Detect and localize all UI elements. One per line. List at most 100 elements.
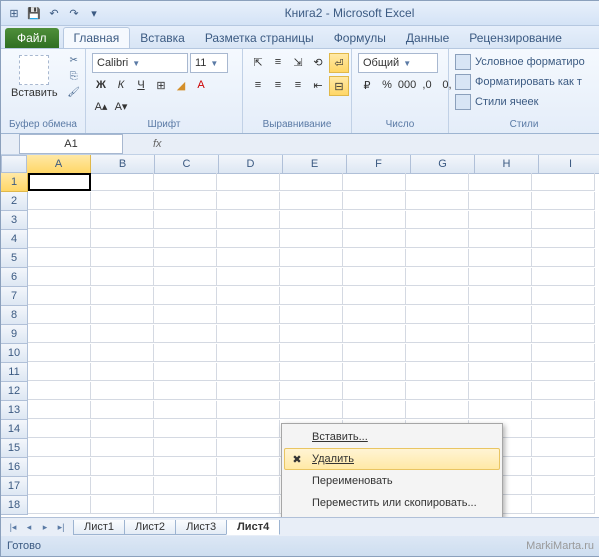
cell[interactable] bbox=[217, 268, 280, 286]
cell[interactable] bbox=[532, 173, 595, 191]
cell[interactable] bbox=[532, 230, 595, 248]
redo-icon[interactable]: ↷ bbox=[65, 4, 83, 22]
cell[interactable] bbox=[280, 211, 343, 229]
cell[interactable] bbox=[217, 211, 280, 229]
cell[interactable] bbox=[28, 268, 91, 286]
border-button[interactable]: ⊞ bbox=[152, 76, 170, 94]
cell[interactable] bbox=[217, 496, 280, 514]
paste-button[interactable]: Вставить bbox=[7, 53, 62, 101]
cell[interactable] bbox=[154, 249, 217, 267]
cell[interactable] bbox=[406, 306, 469, 324]
underline-button[interactable]: Ч bbox=[132, 76, 150, 94]
increase-decimal-icon[interactable]: ,0 bbox=[418, 76, 436, 94]
cell[interactable] bbox=[28, 344, 91, 362]
row-header[interactable]: 4 bbox=[1, 230, 28, 249]
cell[interactable] bbox=[154, 363, 217, 381]
cell[interactable] bbox=[532, 268, 595, 286]
cell[interactable] bbox=[91, 496, 154, 514]
cell[interactable] bbox=[532, 477, 595, 495]
cell[interactable] bbox=[217, 306, 280, 324]
cell[interactable] bbox=[217, 173, 280, 191]
column-header[interactable]: H bbox=[475, 155, 539, 174]
cell[interactable] bbox=[91, 439, 154, 457]
row-header[interactable]: 12 bbox=[1, 382, 28, 401]
cell[interactable] bbox=[469, 401, 532, 419]
cell[interactable] bbox=[280, 287, 343, 305]
cell[interactable] bbox=[28, 211, 91, 229]
tab-formulas[interactable]: Формулы bbox=[324, 28, 396, 48]
cell[interactable] bbox=[154, 344, 217, 362]
column-header[interactable]: C bbox=[155, 155, 219, 174]
fill-color-button[interactable]: ◢ bbox=[172, 76, 190, 94]
cell[interactable] bbox=[91, 325, 154, 343]
cell[interactable] bbox=[154, 420, 217, 438]
bold-button[interactable]: Ж bbox=[92, 76, 110, 94]
cell[interactable] bbox=[28, 287, 91, 305]
column-header[interactable]: A bbox=[27, 155, 91, 174]
cell[interactable] bbox=[280, 173, 343, 191]
cell[interactable] bbox=[280, 325, 343, 343]
formula-input[interactable] bbox=[168, 136, 472, 153]
cell[interactable] bbox=[28, 477, 91, 495]
cell[interactable] bbox=[406, 325, 469, 343]
cell[interactable] bbox=[280, 230, 343, 248]
cell[interactable] bbox=[406, 173, 469, 191]
cell[interactable] bbox=[532, 401, 595, 419]
cell[interactable] bbox=[343, 192, 406, 210]
cell[interactable] bbox=[469, 325, 532, 343]
wrap-text-button[interactable]: ⏎ bbox=[329, 53, 349, 73]
cell[interactable] bbox=[280, 344, 343, 362]
cell[interactable] bbox=[469, 173, 532, 191]
decrease-indent-icon[interactable]: ⇤ bbox=[309, 76, 327, 94]
sheet-tab[interactable]: Лист3 bbox=[175, 520, 227, 535]
cell[interactable] bbox=[217, 249, 280, 267]
cell[interactable] bbox=[91, 230, 154, 248]
cell[interactable] bbox=[28, 458, 91, 476]
cell[interactable] bbox=[91, 458, 154, 476]
tab-layout[interactable]: Разметка страницы bbox=[195, 28, 324, 48]
cell[interactable] bbox=[469, 192, 532, 210]
percent-icon[interactable]: % bbox=[378, 76, 396, 94]
cell[interactable] bbox=[532, 192, 595, 210]
cell[interactable] bbox=[154, 496, 217, 514]
cell[interactable] bbox=[28, 496, 91, 514]
undo-icon[interactable]: ↶ bbox=[45, 4, 63, 22]
cell[interactable] bbox=[532, 363, 595, 381]
cell[interactable] bbox=[154, 325, 217, 343]
select-all-corner[interactable] bbox=[1, 155, 27, 173]
cell[interactable] bbox=[28, 306, 91, 324]
row-header[interactable]: 6 bbox=[1, 268, 28, 287]
column-header[interactable]: F bbox=[347, 155, 411, 174]
cell[interactable] bbox=[532, 211, 595, 229]
number-format-combo[interactable]: Общий▼ bbox=[358, 53, 438, 73]
ctx-rename[interactable]: Переименовать bbox=[284, 470, 500, 492]
cell[interactable] bbox=[469, 249, 532, 267]
align-right-icon[interactable]: ≡ bbox=[289, 76, 307, 94]
cell[interactable] bbox=[28, 363, 91, 381]
cell[interactable] bbox=[406, 211, 469, 229]
merge-button[interactable]: ⊟ bbox=[329, 76, 349, 96]
cell[interactable] bbox=[532, 496, 595, 514]
cell[interactable] bbox=[91, 306, 154, 324]
column-header[interactable]: D bbox=[219, 155, 283, 174]
cell[interactable] bbox=[406, 363, 469, 381]
cell[interactable] bbox=[469, 363, 532, 381]
row-header[interactable]: 11 bbox=[1, 363, 28, 382]
cell[interactable] bbox=[469, 306, 532, 324]
row-header[interactable]: 3 bbox=[1, 211, 28, 230]
sheet-nav-last-icon[interactable]: ▸| bbox=[53, 520, 69, 534]
cell[interactable] bbox=[217, 401, 280, 419]
cell[interactable] bbox=[154, 192, 217, 210]
cell[interactable] bbox=[343, 306, 406, 324]
cell[interactable] bbox=[28, 325, 91, 343]
row-header[interactable]: 18 bbox=[1, 496, 28, 515]
cell[interactable] bbox=[343, 287, 406, 305]
row-header[interactable]: 15 bbox=[1, 439, 28, 458]
cell[interactable] bbox=[28, 173, 91, 191]
cell[interactable] bbox=[217, 287, 280, 305]
conditional-formatting-button[interactable]: Условное форматиро bbox=[455, 53, 585, 71]
cell[interactable] bbox=[28, 401, 91, 419]
cell[interactable] bbox=[28, 439, 91, 457]
column-header[interactable]: B bbox=[91, 155, 155, 174]
font-size-combo[interactable]: 11▼ bbox=[190, 53, 228, 73]
